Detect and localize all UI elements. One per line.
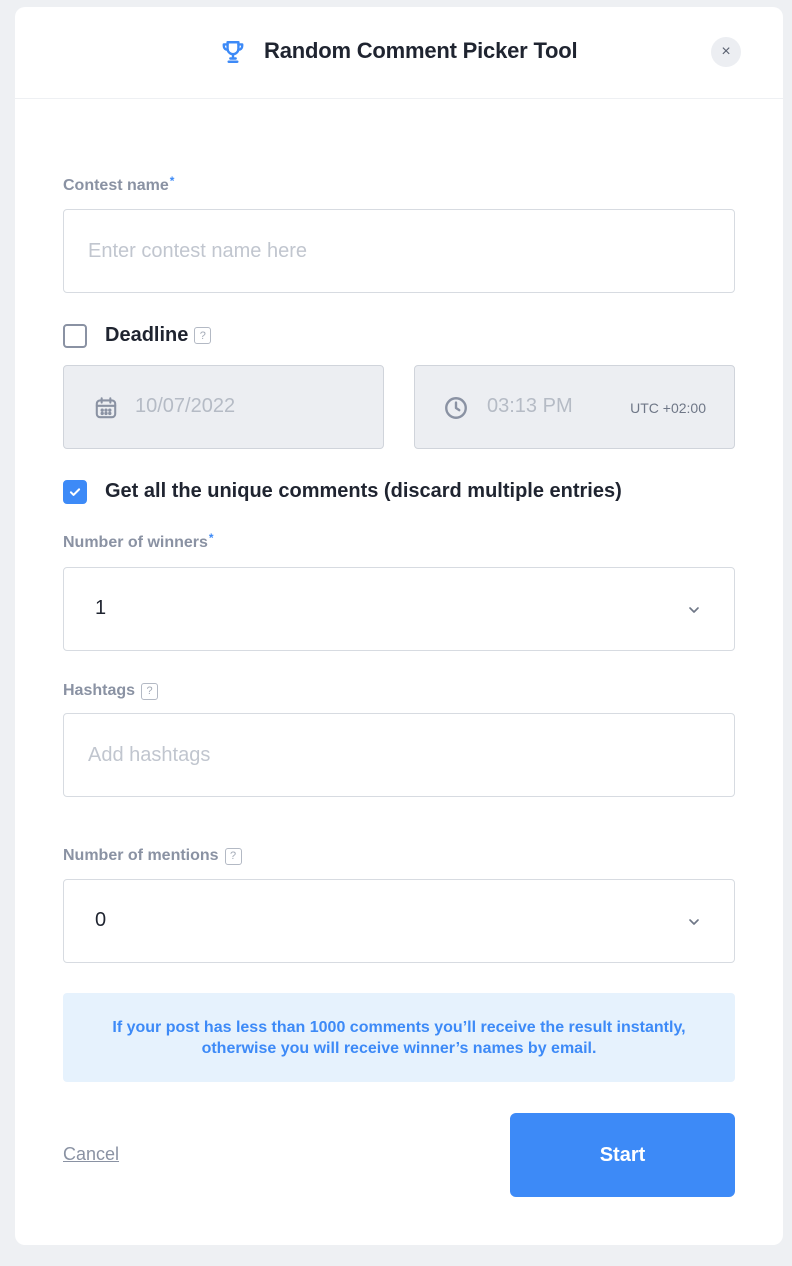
trophy-icon xyxy=(222,41,244,63)
clock-icon xyxy=(445,397,467,419)
unique-comments-checkbox[interactable] xyxy=(63,480,87,504)
deadline-date-value: 10/07/2022 xyxy=(135,395,236,417)
contest-name-label: Contest name * xyxy=(63,174,175,194)
timezone-label: UTC +02:00 xyxy=(630,400,706,416)
winners-value: 1 xyxy=(95,597,107,619)
required-mark: * xyxy=(208,531,214,545)
deadline-help-icon[interactable]: ? xyxy=(194,327,212,344)
close-icon: × xyxy=(721,43,731,60)
contest-modal: Random Comment Picker Tool × Contest nam… xyxy=(15,7,783,1245)
modal-header: Random Comment Picker Tool × xyxy=(15,7,783,99)
hashtags-field[interactable] xyxy=(63,713,735,797)
cancel-link[interactable]: Cancel xyxy=(63,1144,119,1165)
mentions-value: 0 xyxy=(95,909,107,931)
deadline-time-field: 03:13 PM UTC +02:00 xyxy=(414,365,735,449)
required-mark: * xyxy=(169,174,175,188)
contest-name-input[interactable] xyxy=(64,210,734,292)
contest-name-field[interactable] xyxy=(63,209,735,293)
chevron-down-icon xyxy=(689,919,699,925)
winners-label: Number of winners * xyxy=(63,531,214,551)
chevron-down-icon xyxy=(689,607,699,613)
close-button[interactable]: × xyxy=(711,37,741,67)
deadline-date-field: 10/07/2022 xyxy=(63,365,384,449)
modal-title: Random Comment Picker Tool xyxy=(264,38,578,63)
checkmark-icon xyxy=(69,488,81,496)
unique-comments-label: Get all the unique comments (discard mul… xyxy=(105,480,622,502)
hashtags-label: Hashtags ? xyxy=(63,682,159,700)
info-banner: If your post has less than 1000 comments… xyxy=(63,993,735,1082)
hashtags-input[interactable] xyxy=(64,714,734,796)
hashtags-help-icon[interactable]: ? xyxy=(141,682,159,700)
start-button[interactable]: Start xyxy=(510,1113,735,1197)
winners-select[interactable]: 1 xyxy=(63,567,735,651)
deadline-label: Deadline ? xyxy=(105,324,212,347)
mentions-select[interactable]: 0 xyxy=(63,879,735,963)
mentions-label: Number of mentions ? xyxy=(63,847,242,865)
deadline-checkbox[interactable] xyxy=(63,324,87,348)
deadline-time-value: 03:13 PM xyxy=(487,395,573,417)
mentions-help-icon[interactable]: ? xyxy=(224,847,242,865)
calendar-icon xyxy=(95,397,117,419)
